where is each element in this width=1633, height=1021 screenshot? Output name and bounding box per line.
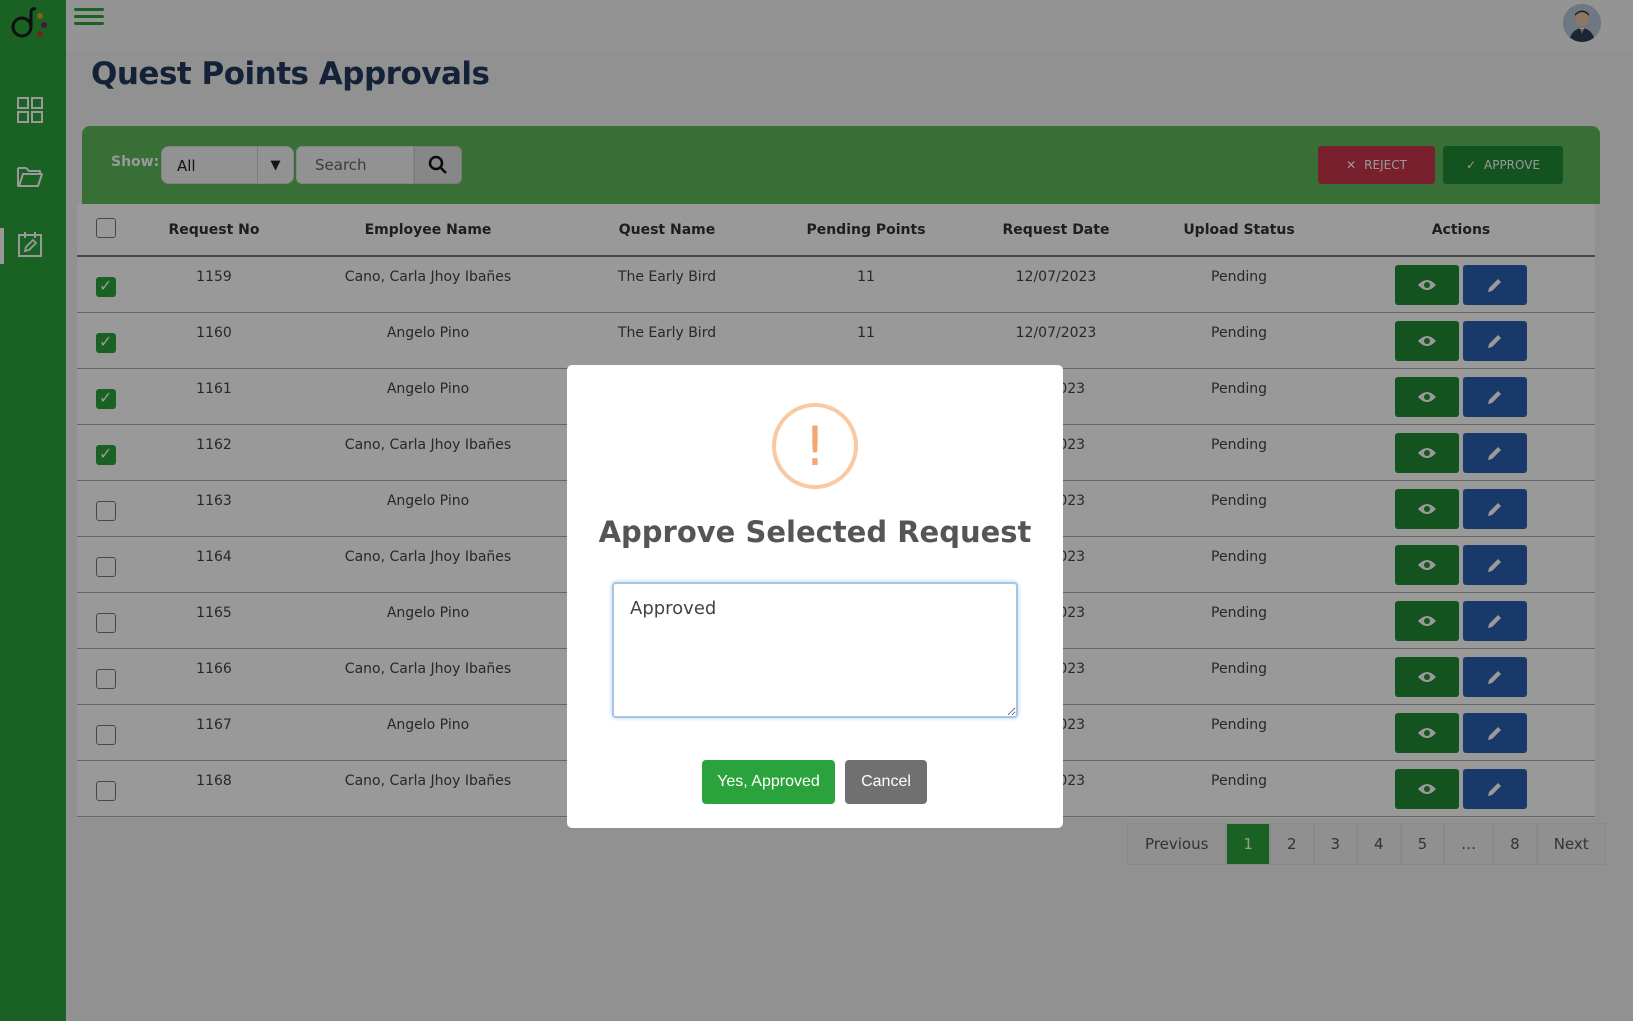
remarks-textarea[interactable] (612, 582, 1018, 718)
approve-dialog: ! Approve Selected Request Yes, Approved… (567, 365, 1063, 828)
confirm-approve-button[interactable]: Yes, Approved (702, 760, 835, 804)
warning-icon: ! (772, 403, 858, 489)
dialog-title: Approve Selected Request (598, 515, 1032, 549)
cancel-button[interactable]: Cancel (845, 760, 927, 804)
